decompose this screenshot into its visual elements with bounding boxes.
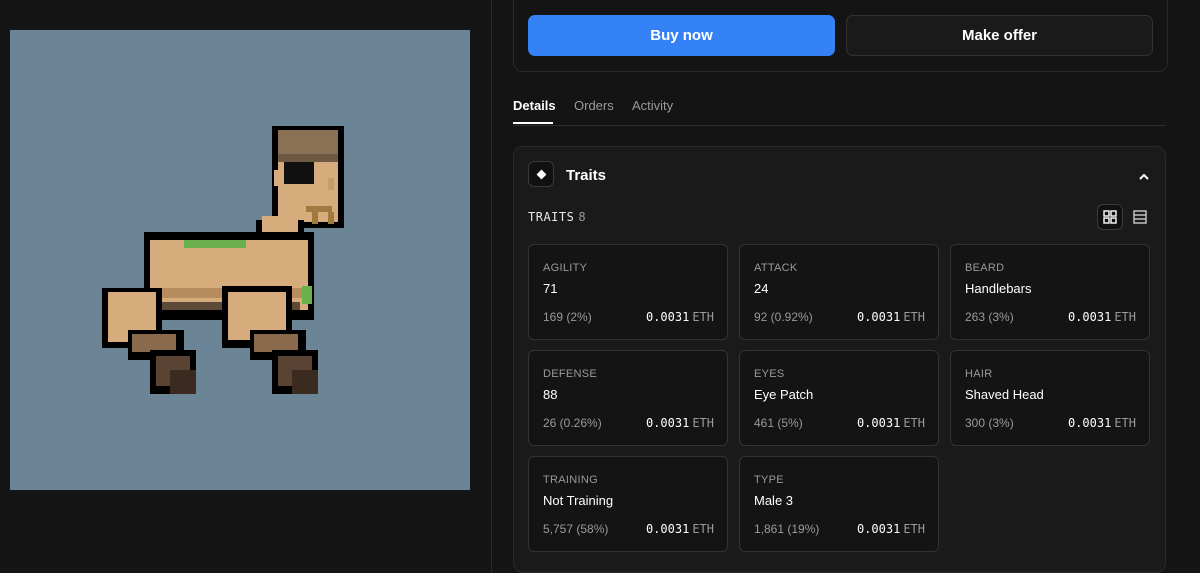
trait-name: ATTACK	[754, 262, 798, 274]
trait-card-eyes[interactable]: EYES Eye Patch 461 (5%) 0.0031 ETH	[739, 350, 939, 446]
trait-value: Eye Patch	[754, 387, 814, 402]
purchase-box: Buy now Make offer	[513, 0, 1168, 72]
trait-count: 300 (3%)	[965, 416, 1014, 430]
media-pane	[0, 0, 491, 573]
trait-card-training[interactable]: TRAINING Not Training 5,757 (58%) 0.0031…	[528, 456, 728, 552]
trait-floor-price: 0.0031 ETH	[857, 416, 925, 430]
active-tab-indicator	[513, 122, 553, 124]
trait-value: 88	[543, 387, 558, 402]
trait-floor-price: 0.0031 ETH	[646, 310, 714, 324]
trait-name: EYES	[754, 368, 785, 380]
trait-floor-price: 0.0031 ETH	[1068, 416, 1136, 430]
traits-count: 8	[578, 210, 587, 224]
traits-count-header: TRAITS 8	[528, 210, 586, 224]
trait-value: 71	[543, 281, 558, 296]
trait-card-hair[interactable]: HAIR Shaved Head 300 (3%) 0.0031 ETH	[950, 350, 1150, 446]
grid-view-icon[interactable]	[1097, 204, 1123, 230]
trait-price-value: 0.0031	[856, 522, 901, 536]
trait-card-defense[interactable]: DEFENSE 88 26 (0.26%) 0.0031 ETH	[528, 350, 728, 446]
detail-tabs: Details Orders Activity	[513, 90, 1166, 126]
trait-count: 5,757 (58%)	[543, 522, 609, 536]
trait-floor-price: 0.0031 ETH	[1068, 310, 1136, 324]
trait-floor-price: 0.0031 ETH	[646, 522, 714, 536]
trait-price-value: 0.0031	[645, 522, 690, 536]
trait-name: TRAINING	[543, 474, 598, 486]
trait-price-unit: ETH	[692, 416, 714, 430]
pane-divider	[491, 0, 492, 573]
trait-price-value: 0.0031	[645, 310, 690, 324]
trait-count: 263 (3%)	[965, 310, 1014, 324]
pixel-centaur-artwork	[102, 126, 344, 394]
trait-value: Shaved Head	[965, 387, 1044, 402]
trait-floor-price: 0.0031 ETH	[857, 522, 925, 536]
trait-count: 26 (0.26%)	[543, 416, 602, 430]
trait-price-unit: ETH	[692, 310, 714, 324]
traits-count-label: TRAITS	[528, 210, 575, 224]
nft-image[interactable]	[10, 30, 470, 490]
traits-grid: AGILITY 71 169 (2%) 0.0031 ETH ATTACK 24 …	[528, 244, 1153, 552]
trait-price-unit: ETH	[692, 522, 714, 536]
trait-card-type[interactable]: TYPE Male 3 1,861 (19%) 0.0031 ETH	[739, 456, 939, 552]
chevron-up-icon[interactable]	[1137, 169, 1151, 180]
buy-now-button[interactable]: Buy now	[528, 15, 835, 56]
trait-card-attack[interactable]: ATTACK 24 92 (0.92%) 0.0031 ETH	[739, 244, 939, 340]
trait-price-value: 0.0031	[856, 416, 901, 430]
trait-price-value: 0.0031	[1067, 416, 1112, 430]
diamond-icon	[528, 161, 554, 187]
trait-price-value: 0.0031	[645, 416, 690, 430]
list-view-icon[interactable]	[1127, 204, 1153, 230]
traits-title: Traits	[566, 167, 607, 184]
trait-value: Male 3	[754, 493, 794, 508]
trait-count: 92 (0.92%)	[754, 310, 813, 324]
trait-count: 461 (5%)	[754, 416, 803, 430]
trait-price-unit: ETH	[903, 416, 925, 430]
trait-value: 24	[754, 281, 769, 296]
trait-value: Not Training	[543, 493, 614, 508]
trait-name: AGILITY	[543, 262, 588, 274]
tab-details[interactable]: Details	[513, 98, 556, 113]
trait-price-value: 0.0031	[1067, 310, 1112, 324]
tab-orders[interactable]: Orders	[574, 98, 614, 113]
trait-name: DEFENSE	[543, 368, 598, 380]
trait-price-unit: ETH	[903, 522, 925, 536]
trait-name: BEARD	[965, 262, 1005, 274]
trait-price-unit: ETH	[903, 310, 925, 324]
trait-price-unit: ETH	[1114, 310, 1136, 324]
tab-activity[interactable]: Activity	[632, 98, 673, 113]
trait-card-beard[interactable]: BEARD Handlebars 263 (3%) 0.0031 ETH	[950, 244, 1150, 340]
trait-floor-price: 0.0031 ETH	[857, 310, 925, 324]
trait-count: 1,861 (19%)	[754, 522, 820, 536]
trait-name: HAIR	[965, 368, 993, 380]
trait-name: TYPE	[754, 474, 784, 486]
trait-value: Handlebars	[965, 281, 1032, 296]
trait-floor-price: 0.0031 ETH	[646, 416, 714, 430]
make-offer-button[interactable]: Make offer	[846, 15, 1153, 56]
trait-price-value: 0.0031	[856, 310, 901, 324]
trait-card-agility[interactable]: AGILITY 71 169 (2%) 0.0031 ETH	[528, 244, 728, 340]
trait-price-unit: ETH	[1114, 416, 1136, 430]
traits-panel: Traits TRAITS 8 AGILITY 71 169 (2%) 0.003…	[513, 146, 1166, 573]
trait-count: 169 (2%)	[543, 310, 592, 324]
